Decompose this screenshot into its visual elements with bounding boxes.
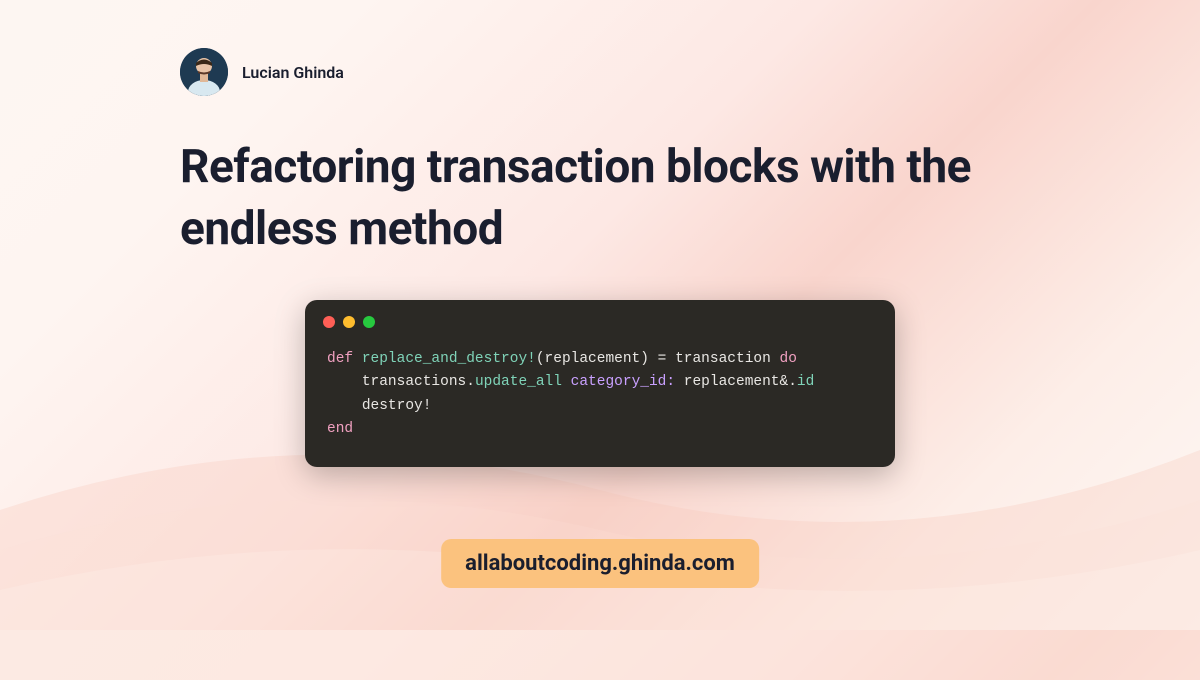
- code-token: &.: [780, 374, 797, 390]
- page-title: Refactoring transaction blocks with the …: [180, 136, 1020, 260]
- window-controls: [305, 300, 895, 342]
- code-token: transaction: [675, 351, 771, 367]
- avatar: [180, 48, 228, 96]
- code-token: end: [327, 421, 353, 437]
- code-token: destroy!: [362, 398, 432, 414]
- author-name: Lucian Ghinda: [242, 63, 344, 82]
- code-token: ): [640, 351, 649, 367]
- domain-badge: allaboutcoding.ghinda.com: [441, 539, 759, 588]
- minimize-icon: [343, 316, 355, 328]
- code-token: transactions: [362, 374, 466, 390]
- avatar-illustration: [180, 48, 228, 96]
- code-token: [675, 374, 684, 390]
- code-token: =: [649, 351, 675, 367]
- code-token: replace_and_destroy!: [362, 351, 536, 367]
- code-token: replacement: [684, 374, 780, 390]
- author-row: Lucian Ghinda: [180, 48, 1020, 96]
- code-token: .: [466, 374, 475, 390]
- code-token: [327, 398, 362, 414]
- code-token: (: [536, 351, 545, 367]
- code-token: replacement: [545, 351, 641, 367]
- maximize-icon: [363, 316, 375, 328]
- code-content: def replace_and_destroy!(replacement) = …: [305, 342, 895, 445]
- code-block: def replace_and_destroy!(replacement) = …: [305, 300, 895, 467]
- code-token: category_id:: [571, 374, 675, 390]
- close-icon: [323, 316, 335, 328]
- code-token: def: [327, 351, 353, 367]
- code-token: do: [780, 351, 797, 367]
- code-token: [327, 374, 362, 390]
- code-token: id: [797, 374, 814, 390]
- code-token: update_all: [475, 374, 562, 390]
